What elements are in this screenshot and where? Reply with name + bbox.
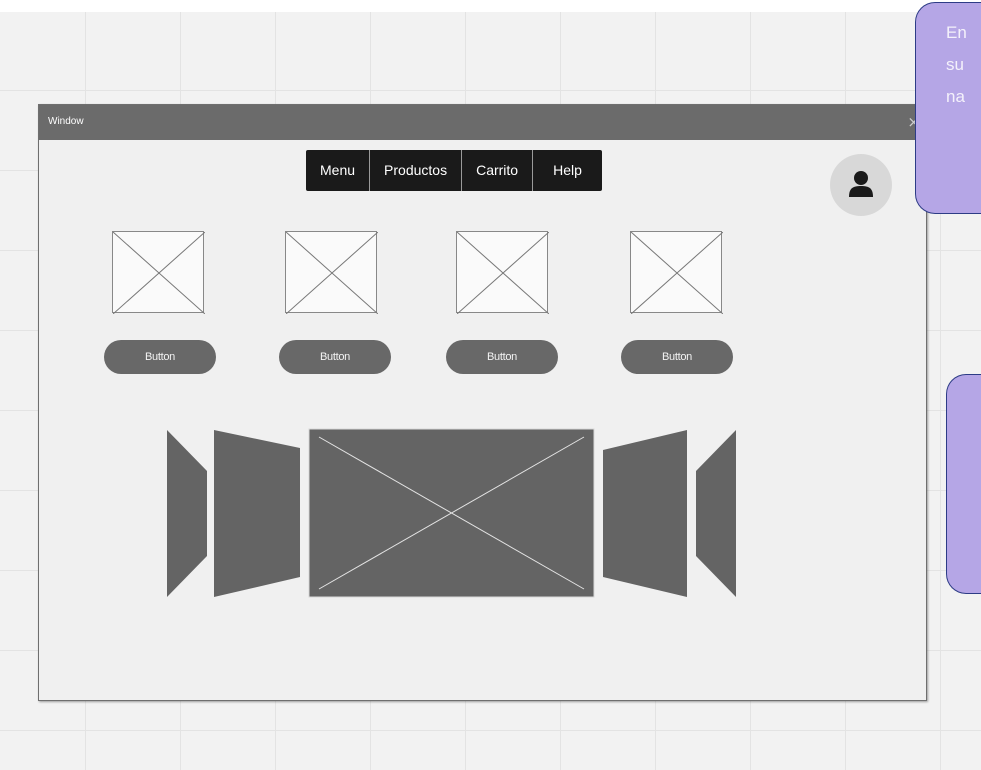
product-image-1 xyxy=(112,231,205,314)
carousel-next-near[interactable] xyxy=(603,430,687,597)
window-titlebar[interactable]: Window × xyxy=(39,105,926,140)
carousel-prev-near[interactable] xyxy=(214,430,300,597)
window-mockup: Window × Menu Productos Carrito Help But… xyxy=(38,104,927,701)
carousel-next-far[interactable] xyxy=(696,430,736,597)
product-image-2 xyxy=(285,231,378,314)
image-placeholder-icon xyxy=(318,436,585,590)
note-line: su xyxy=(946,55,964,74)
product-button-1[interactable]: Button xyxy=(104,340,216,374)
nav-bar: Menu Productos Carrito Help xyxy=(306,150,602,191)
carousel-prev-far[interactable] xyxy=(167,430,207,597)
window-title: Window xyxy=(48,116,84,127)
nav-item-productos[interactable]: Productos xyxy=(370,150,463,191)
carousel-main-image xyxy=(308,428,595,598)
annotation-note-2 xyxy=(946,374,981,594)
note-line: na xyxy=(946,87,965,106)
nav-item-menu[interactable]: Menu xyxy=(306,150,371,191)
image-placeholder-icon xyxy=(113,232,205,314)
nav-item-help[interactable]: Help xyxy=(533,150,602,191)
image-placeholder-icon xyxy=(318,436,585,590)
product-button-3[interactable]: Button xyxy=(446,340,558,374)
nav-item-carrito[interactable]: Carrito xyxy=(462,150,534,191)
annotation-note-1: En su na xyxy=(915,2,981,214)
product-button-4[interactable]: Button xyxy=(621,340,733,374)
image-placeholder-icon xyxy=(457,232,549,314)
image-carousel xyxy=(167,428,736,598)
product-button-2[interactable]: Button xyxy=(279,340,391,374)
avatar[interactable] xyxy=(830,154,892,216)
image-placeholder-icon xyxy=(631,232,723,314)
canvas-top-strip xyxy=(0,0,981,12)
note-line: En xyxy=(946,23,967,42)
user-icon xyxy=(849,171,873,197)
product-image-4 xyxy=(630,231,723,314)
image-placeholder-icon xyxy=(286,232,378,314)
product-image-3 xyxy=(456,231,549,314)
